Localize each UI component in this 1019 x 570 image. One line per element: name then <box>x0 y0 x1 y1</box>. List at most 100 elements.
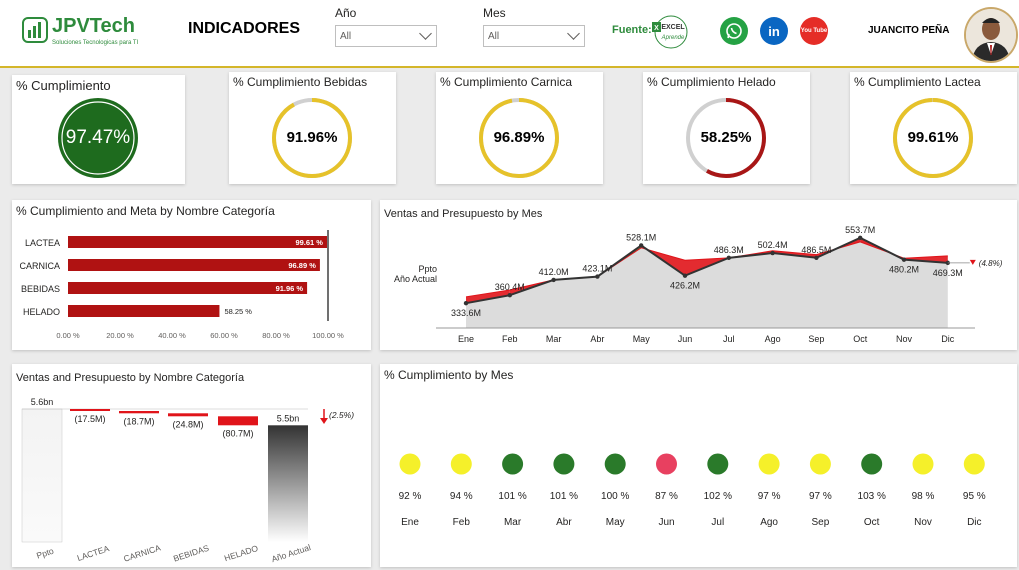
waterfall-data-label: (18.7M) <box>123 416 154 426</box>
bar-category-label: CARNICA <box>19 261 60 271</box>
waterfall-data-label: 5.5bn <box>277 413 300 423</box>
line-x-tick: Mar <box>546 334 562 344</box>
dot-value-label: 101 % <box>498 491 526 502</box>
waterfall-bar-negative <box>119 411 159 414</box>
bar-data-label: 96.89 % <box>288 261 316 270</box>
line-data-label: 553.7M <box>845 225 875 235</box>
linkedin-icon[interactable]: in <box>760 17 788 45</box>
bar-chart-card[interactable]: % Cumplimiento and Meta by Nombre Catego… <box>12 200 371 350</box>
chevron-down-icon <box>567 27 580 40</box>
line-data-label: 360.4M <box>495 282 525 292</box>
bar-category-label: LACTEA <box>25 238 60 248</box>
status-dot <box>450 453 472 475</box>
dot-value-label: 97 % <box>758 491 781 502</box>
actual-point <box>726 255 731 261</box>
waterfall-x-tick: Año Actual <box>270 542 312 564</box>
kpi-card-total[interactable]: % Cumplimiento 97.47% <box>12 75 185 184</box>
actual-point <box>551 277 556 283</box>
line-data-label: 486.5M <box>801 245 831 255</box>
line-data-label: 528.1M <box>626 232 656 242</box>
waterfall-svg: (17.5M) (18.7M) (24.8M) (80.7M) 5.6bn 5.5bn (2… <box>21 397 354 564</box>
excel-badge-bottom-text: Aprende <box>661 35 685 41</box>
dot-value-label: 101 % <box>550 491 578 502</box>
waterfall-bar-negative <box>70 409 110 411</box>
user-avatar <box>964 7 1018 63</box>
header-bar: JPVTech Soluciones Tecnologicas para TI … <box>0 0 1019 68</box>
legend-ppto: Ppto <box>418 264 437 274</box>
line-x-tick: Jul <box>723 334 735 344</box>
whatsapp-icon[interactable] <box>720 17 748 45</box>
waterfall-bar-negative <box>218 416 258 426</box>
line-x-tick: May <box>633 334 651 344</box>
dot-value-label: 100 % <box>601 491 629 502</box>
line-data-label: 469.3M <box>933 268 963 278</box>
waterfall-bar-ppto <box>21 408 63 543</box>
line-data-label: 502.4M <box>758 240 788 250</box>
brand-name: JPVTech <box>52 15 135 37</box>
kpi-card[interactable]: % Cumplimiento Lactea 99.61% <box>850 72 1017 184</box>
line-x-tick: Feb <box>502 334 518 344</box>
page-title: INDICADORES <box>188 20 301 37</box>
actual-point <box>595 274 600 279</box>
dot-month-label: Ago <box>760 517 778 528</box>
bar-category-label: HELADO <box>23 307 60 317</box>
bar <box>68 236 327 248</box>
dot-month-label: Feb <box>453 517 471 528</box>
kpi-value: 91.96% <box>286 129 338 146</box>
dot-month-label: Abr <box>556 517 572 528</box>
waterfall-end-delta: (2.5%) <box>329 410 354 420</box>
kpi-value: 99.61% <box>907 129 959 146</box>
waterfall-x-tick: BEBIDAS <box>172 543 210 564</box>
actual-point <box>770 250 775 256</box>
status-dot <box>963 453 985 475</box>
dot-month-label: Nov <box>914 517 932 528</box>
line-x-tick: Oct <box>853 334 868 344</box>
line-x-tick: Ene <box>458 334 474 344</box>
kpi-card[interactable]: % Cumplimiento Carnica 96.89% <box>436 72 603 184</box>
status-dot <box>912 453 934 475</box>
line-data-label: 423.1M <box>582 264 612 274</box>
line-x-tick: Ago <box>765 334 781 344</box>
status-dot <box>861 453 883 475</box>
bar-x-tick: 80.00 % <box>262 331 290 340</box>
line-data-label: 486.3M <box>714 245 744 255</box>
line-data-label: 333.6M <box>451 308 481 318</box>
waterfall-data-label: 5.6bn <box>31 397 54 407</box>
month-slicer[interactable]: All <box>483 25 585 47</box>
waterfall-bar-negative <box>168 413 208 417</box>
actual-point <box>639 243 644 248</box>
waterfall-card[interactable]: Ventas and Presupuesto by Nombre Categor… <box>12 364 371 567</box>
dot-month-label: Mar <box>504 517 522 528</box>
dot-value-label: 92 % <box>399 491 422 502</box>
waterfall-x-tick: HELADO <box>223 543 260 563</box>
status-dot <box>758 453 780 475</box>
dot-value-label: 98 % <box>912 491 935 502</box>
line-chart-svg: 333.6M Ene 360.4M Feb 412.0M Mar 423.1M Abr 528.… <box>394 225 1003 344</box>
line-x-tick: Jun <box>678 334 693 344</box>
dots-svg: 92 % Ene 94 % Feb 101 % Mar 101 % Abr 100 % May 87… <box>399 453 986 528</box>
dots-card[interactable]: % Cumplimiento by Mes 92 % Ene 94 % Feb 101 … <box>380 364 1017 567</box>
status-dot <box>809 453 831 475</box>
line-chart-card[interactable]: Ventas and Presupuesto by Mes 333.6M Ene 3… <box>380 200 1017 350</box>
dot-month-label: Jul <box>711 517 724 528</box>
year-slicer[interactable]: All <box>335 25 437 47</box>
dot-month-label: Dic <box>967 517 981 528</box>
kpi-card[interactable]: % Cumplimiento Helado 58.25% <box>643 72 810 184</box>
kpi-card[interactable]: % Cumplimiento Bebidas 91.96% <box>229 72 396 184</box>
bar <box>68 305 220 317</box>
month-slicer-label: Mes <box>483 6 506 20</box>
waterfall-data-label: (24.8M) <box>172 419 203 429</box>
actual-point <box>814 255 819 260</box>
waterfall-data-label: (17.5M) <box>74 414 105 424</box>
excel-aprende-logo[interactable]: X EXCEL Aprende <box>650 14 692 50</box>
line-x-tick: Abr <box>590 334 604 344</box>
svg-text:X: X <box>654 25 659 32</box>
actual-point <box>858 235 863 241</box>
kpi-title: % Cumplimiento Helado <box>647 75 776 89</box>
status-dot <box>604 453 626 475</box>
waterfall-data-label: (80.7M) <box>222 428 253 438</box>
dot-month-label: Jun <box>658 517 674 528</box>
youtube-icon[interactable]: You Tube <box>800 17 828 45</box>
user-name: JUANCITO PEÑA <box>868 25 950 36</box>
kpi-main-value: 97.47% <box>65 127 131 148</box>
